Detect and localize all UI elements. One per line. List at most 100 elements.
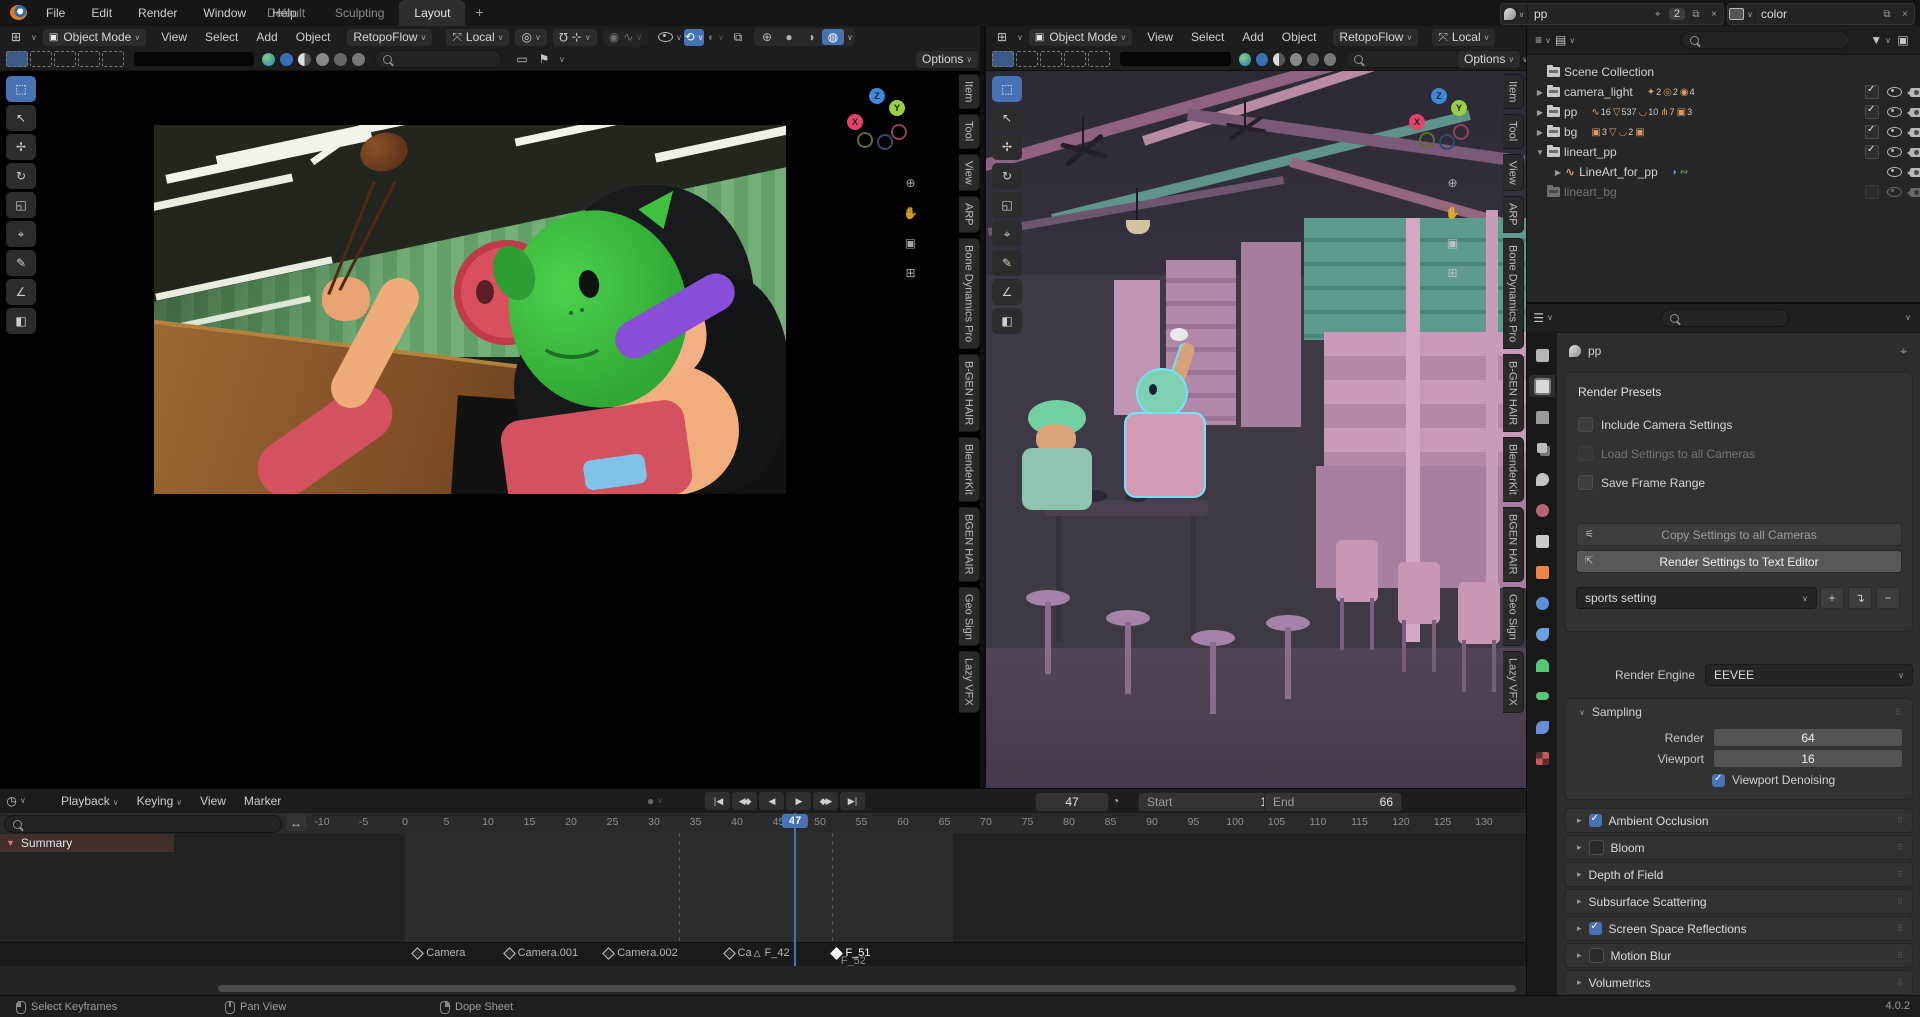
show-gizmo-icon[interactable]: ⟲∨ — [684, 29, 704, 46]
axis-negative-handle[interactable] — [1453, 124, 1469, 140]
grip-icon[interactable]: ⠿ — [1897, 924, 1904, 933]
play-reverse-button[interactable]: ◀ — [759, 792, 784, 810]
outliner-row[interactable]: ▶∿LineArt_for_pp◗∾ — [1527, 162, 1920, 182]
record-icon[interactable]: ●∨ — [645, 792, 665, 809]
hide-in-viewport-icon[interactable] — [1885, 123, 1903, 141]
select-mode-icon[interactable] — [30, 51, 52, 67]
checkbox-icon[interactable] — [1578, 446, 1593, 461]
render-engine-dropdown[interactable]: EEVEE∨ — [1705, 664, 1913, 686]
tool-add-cube[interactable]: ◧ — [992, 308, 1022, 334]
axis-negative-handle[interactable] — [877, 134, 893, 150]
setting-checkbox-row[interactable]: Load Settings to all Cameras — [1578, 446, 1755, 461]
sidebar-tab-item[interactable]: Item — [959, 74, 980, 109]
tool-annotate[interactable]: ✎ — [992, 250, 1022, 276]
show-overlays-icon[interactable]: ◐∨ — [706, 29, 726, 46]
properties-tab-scene[interactable] — [1529, 468, 1555, 490]
grid-ortho-icon[interactable]: ⊞ — [902, 264, 919, 281]
viewport-scene[interactable]: ⊞∨▣Object Mode∨ViewSelectAddObjectRetopo… — [984, 26, 1528, 788]
properties-tab-tool[interactable] — [1529, 344, 1555, 366]
timeline-marker[interactable]: Ca — [725, 947, 752, 959]
options-dropdown[interactable]: Options∨ — [916, 51, 978, 68]
half-sphere-icon[interactable] — [298, 53, 311, 66]
expand-icon[interactable]: ▸ — [1577, 815, 1582, 826]
pan-hand-icon[interactable]: ✋ — [1444, 204, 1461, 221]
preset-add-button[interactable]: + — [1820, 587, 1844, 609]
select-mode-icon[interactable] — [1040, 51, 1062, 67]
sidebar-tab-geo-sign[interactable]: Geo Sign — [1503, 587, 1524, 647]
sidebar-tab-b-gen-hair[interactable]: B-GEN HAIR — [959, 354, 980, 432]
axis-negative-handle[interactable] — [1439, 134, 1455, 150]
properties-tab-constraints[interactable] — [1529, 592, 1555, 614]
workspace-tab-layout[interactable]: Layout — [399, 0, 465, 26]
zoom-icon[interactable]: ⊕ — [1444, 174, 1461, 191]
material-shading-icon[interactable]: ◑ — [800, 29, 822, 45]
tool-rotate[interactable]: ↻ — [992, 163, 1022, 189]
hide-in-viewport-icon[interactable] — [1885, 103, 1903, 121]
refresh-icon[interactable] — [334, 53, 347, 66]
checkbox-icon[interactable] — [1589, 948, 1604, 963]
axis-y-handle[interactable]: Y — [1451, 100, 1467, 116]
filter-icon[interactable]: ▼∨ — [1870, 32, 1891, 49]
wireframe-shading-icon[interactable]: ⊕ — [756, 29, 778, 45]
disable-in-render-icon[interactable] — [1907, 103, 1920, 121]
tool-transform[interactable]: ⌖ — [992, 221, 1022, 247]
expand-icon[interactable]: ▸ — [1577, 923, 1582, 934]
timeline-marker[interactable]: △F_42 — [754, 947, 790, 959]
retopoflow-dropdown[interactable]: RetopoFlow∨ — [347, 29, 432, 46]
expand-icon[interactable]: ▸ — [1577, 842, 1582, 853]
camera-view-icon[interactable]: ▣ — [1444, 234, 1461, 251]
expand-icon[interactable]: ▶ — [1551, 168, 1565, 177]
timeline-marker[interactable]: F_52 — [841, 955, 866, 966]
tool-box-select[interactable]: ⬚ — [6, 76, 36, 102]
axis-negative-handle[interactable] — [891, 124, 907, 140]
viewport-denoising-checkbox[interactable]: Viewport Denoising — [1712, 773, 1835, 787]
expand-icon[interactable]: ▼ — [1533, 148, 1547, 157]
tool-search-input[interactable] — [374, 50, 502, 68]
properties-tab-bone-constraint[interactable] — [1529, 716, 1555, 738]
pivot-point-dropdown[interactable]: ◎∨ — [515, 29, 546, 46]
filter-toggle-icon[interactable]: ↔ — [286, 814, 306, 831]
timeline-menu-keying[interactable]: Keying∨ — [128, 794, 192, 808]
viewport-camera[interactable]: ⊞∨▣Object Mode∨ViewSelectAddObjectRetopo… — [0, 26, 980, 788]
outliner-item-label[interactable]: Scene Collection — [1564, 65, 1654, 79]
magnet-icon[interactable] — [1324, 53, 1336, 66]
mode-selector[interactable]: ▣Object Mode∨ — [1029, 29, 1132, 46]
viewport-menu-add[interactable]: Add — [1233, 30, 1272, 44]
grip-icon[interactable]: ⠿ — [1897, 816, 1904, 825]
grip-icon[interactable]: ⠿ — [1897, 897, 1904, 906]
sidebar-tab-geo-sign[interactable]: Geo Sign — [959, 587, 980, 647]
grid-ortho-icon[interactable]: ⊞ — [1444, 264, 1461, 281]
editor-type-icon[interactable]: ⊞ — [6, 29, 26, 46]
properties-editor-icon[interactable]: ☰∨ — [1533, 309, 1553, 326]
play-button[interactable]: ▶ — [786, 792, 811, 810]
select-mode-icon[interactable] — [102, 51, 124, 67]
tool-move[interactable]: ✢ — [992, 134, 1022, 160]
sidebar-tab-tool[interactable]: Tool — [1503, 114, 1524, 148]
tool-scale[interactable]: ◱ — [992, 192, 1022, 218]
timeline-ruler[interactable]: ↔ -10-5051015202530354045505560657075808… — [0, 813, 1526, 834]
pin-icon[interactable]: ⌖ — [1900, 344, 1907, 359]
tool-move[interactable]: ✢ — [6, 134, 36, 160]
select-mode-icon[interactable] — [54, 51, 76, 67]
expand-icon[interactable]: ▶ — [1533, 128, 1547, 137]
expand-icon[interactable]: ▸ — [1577, 977, 1582, 988]
transform-orientation-dropdown[interactable]: ⤧Local∨ — [1432, 29, 1495, 46]
rendered-shading-icon[interactable]: ◍ — [822, 29, 844, 45]
axis-x-handle[interactable]: X — [1409, 114, 1425, 130]
outliner-editor-icon[interactable]: ≡∨ — [1533, 32, 1553, 49]
tool-search-input[interactable] — [1345, 50, 1465, 68]
stopwatch-icon[interactable]: ◔ — [1112, 794, 1119, 808]
exclude-checkbox[interactable] — [1863, 103, 1881, 121]
current-frame-field[interactable]: 47 — [1035, 792, 1109, 812]
tool-measure[interactable]: ∠ — [6, 279, 36, 305]
grip-icon[interactable]: ⠿ — [1895, 708, 1902, 717]
hide-in-viewport-icon[interactable] — [1885, 83, 1903, 101]
copy-icon[interactable]: ⧉ — [1687, 9, 1705, 20]
close-icon[interactable]: × — [1896, 9, 1914, 20]
sidebar-tab-bone-dynamics-pro[interactable]: Bone Dynamics Pro — [959, 238, 980, 349]
section-bloom[interactable]: ▸Bloom⠿ — [1565, 835, 1913, 860]
exclude-checkbox[interactable] — [1863, 143, 1881, 161]
expand-icon[interactable]: ▸ — [1577, 896, 1582, 907]
shading-dropdown-icon[interactable]: ∨ — [847, 33, 853, 42]
bookmark-icon[interactable]: ⚑ — [534, 51, 554, 68]
